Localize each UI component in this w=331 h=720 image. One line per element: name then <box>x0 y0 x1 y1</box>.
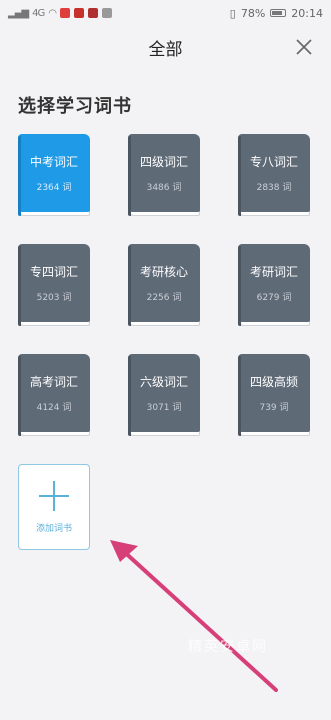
battery-icon <box>270 9 287 17</box>
wordbook-card[interactable]: 考研词汇 6279 词 <box>238 244 314 332</box>
book-name: 高考词汇 <box>29 375 78 389</box>
signal-label: 4G <box>32 7 45 19</box>
book-word-count: 5203 词 <box>36 293 72 303</box>
watermark: 精英安卓网 <box>188 639 268 655</box>
book-cover: 考研核心 2256 词 <box>128 244 200 322</box>
book-word-count: 3071 词 <box>146 403 182 413</box>
notification-app-icon <box>73 8 84 18</box>
wordbook-card[interactable]: 专四词汇 5203 词 <box>18 244 94 332</box>
book-spine <box>128 356 131 436</box>
book-name: 考研核心 <box>139 265 188 279</box>
book-name: 四级词汇 <box>139 155 188 169</box>
book-word-count: 3486 词 <box>146 183 182 193</box>
book-name: 四级高频 <box>249 375 298 389</box>
notification-app-icon <box>59 8 70 18</box>
book-cover: 六级词汇 3071 词 <box>128 354 200 432</box>
book-spine <box>18 246 21 326</box>
book-word-count: 739 词 <box>259 403 289 413</box>
book-word-count: 4124 词 <box>36 403 72 413</box>
book-cover: 专八词汇 2838 词 <box>238 134 310 212</box>
wordbook-card[interactable]: 专八词汇 2838 词 <box>238 134 314 222</box>
book-spine <box>238 136 241 216</box>
notification-app-icon <box>101 8 112 18</box>
add-book-label: 添加词书 <box>35 523 72 534</box>
wordbook-card[interactable]: 考研核心 2256 词 <box>128 244 204 332</box>
book-cover: 专四词汇 5203 词 <box>18 244 90 322</box>
book-name: 六级词汇 <box>139 375 188 389</box>
book-word-count: 2256 词 <box>146 293 182 303</box>
notification-app-icon <box>87 8 98 18</box>
book-cover: 四级高频 739 词 <box>238 354 310 432</box>
wordbook-card[interactable]: 六级词汇 3071 词 <box>128 354 204 442</box>
book-spine <box>238 246 241 326</box>
wordbook-card[interactable]: 四级高频 739 词 <box>238 354 314 442</box>
book-spine <box>18 356 21 436</box>
book-name: 专四词汇 <box>29 265 78 279</box>
wordbook-card[interactable]: 中考词汇 2364 词 <box>18 134 94 222</box>
book-cover: 高考词汇 4124 词 <box>18 354 90 432</box>
header: 全部 <box>0 26 331 68</box>
book-spine <box>128 136 131 216</box>
vibrate-icon: ▯ <box>229 6 236 20</box>
wordbook-card[interactable]: 四级词汇 3486 词 <box>128 134 204 222</box>
book-name: 中考词汇 <box>29 155 78 169</box>
book-name: 考研词汇 <box>249 265 298 279</box>
plus-icon <box>39 480 69 511</box>
signal-icon: ▂▄▆ <box>8 7 29 19</box>
status-right: ▯ 78% 20:14 <box>230 7 323 20</box>
page-title: 全部 <box>148 39 183 60</box>
wordbook-card[interactable]: 高考词汇 4124 词 <box>18 354 94 442</box>
book-word-count: 2364 词 <box>36 183 72 193</box>
book-word-count: 6279 词 <box>256 293 292 303</box>
wifi-icon: ◠ <box>48 7 57 19</box>
book-cover: 中考词汇 2364 词 <box>18 134 90 212</box>
book-spine <box>128 246 131 326</box>
add-book-button[interactable]: 添加词书 <box>18 464 90 550</box>
close-icon <box>296 39 312 55</box>
book-name: 专八词汇 <box>249 155 298 169</box>
book-cover: 四级词汇 3486 词 <box>128 134 200 212</box>
battery-percent: 78% <box>240 6 266 20</box>
clock: 20:14 <box>291 6 323 20</box>
close-button[interactable] <box>293 36 315 58</box>
section-title: 选择学习词书 <box>18 96 132 117</box>
book-spine <box>238 356 241 436</box>
book-word-count: 2838 词 <box>256 183 292 193</box>
book-spine <box>18 136 21 216</box>
status-bar: ▂▄▆ 4G ◠ ▯ 78% 20:14 <box>0 0 331 26</box>
status-left: ▂▄▆ 4G ◠ <box>8 8 112 19</box>
book-cover: 考研词汇 6279 词 <box>238 244 310 322</box>
